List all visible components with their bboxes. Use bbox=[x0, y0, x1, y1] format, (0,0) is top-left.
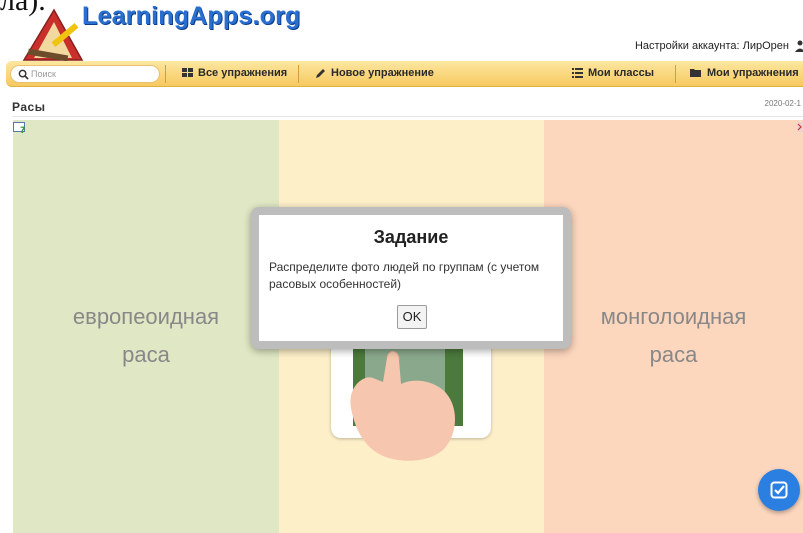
zone-label-mongoloid: монголоидная раса bbox=[600, 304, 747, 367]
grid-icon bbox=[182, 68, 193, 77]
search-placeholder: Поиск bbox=[31, 69, 56, 79]
nav-all-exercises[interactable]: Все упражнения bbox=[182, 67, 287, 79]
zone-label-europeoid: европеоидная раса bbox=[72, 304, 220, 367]
nav-my-classes[interactable]: Мои классы bbox=[572, 67, 654, 79]
folder-icon bbox=[690, 69, 701, 77]
account-settings-link[interactable]: Настройки аккаунта: ЛирОрен bbox=[635, 40, 789, 52]
nav-separator bbox=[298, 65, 299, 83]
page-date: 2020-02-1 bbox=[764, 99, 801, 108]
page-title: Расы bbox=[12, 100, 46, 114]
help-icon[interactable]: ? bbox=[13, 122, 27, 134]
nav-my-exercises[interactable]: Мои упражнения bbox=[690, 67, 799, 79]
nav-my-exercises-label: Мои упражнения bbox=[707, 67, 799, 79]
search-input[interactable]: Поиск bbox=[10, 65, 160, 83]
drop-zone-mongoloid[interactable]: монголоидная раса bbox=[544, 120, 803, 533]
logo[interactable]: LearningApps.org bbox=[20, 2, 300, 64]
search-icon bbox=[18, 69, 29, 80]
nav-new-exercise-label: Новое упражнение bbox=[331, 67, 434, 79]
main-navbar: Поиск Все упражнения Новое упражнение Мо… bbox=[6, 61, 803, 87]
title-divider bbox=[12, 116, 803, 117]
nav-separator bbox=[675, 65, 676, 83]
list-icon bbox=[572, 68, 583, 78]
pencil-icon bbox=[316, 68, 325, 78]
fullscreen-icon[interactable] bbox=[797, 122, 803, 132]
task-dialog: Задание Распределите фото людей по групп… bbox=[251, 207, 571, 349]
ok-button[interactable]: OK bbox=[397, 305, 427, 329]
nav-new-exercise[interactable]: Новое упражнение bbox=[315, 67, 434, 79]
nav-my-classes-label: Мои классы bbox=[588, 67, 655, 79]
drop-zone-europeoid[interactable]: европеоидная раса bbox=[13, 120, 279, 533]
learningapps-page: ла). LearningApps.org Настройки аккаунта… bbox=[0, 0, 803, 533]
nav-separator bbox=[165, 65, 166, 83]
svg-text:?: ? bbox=[20, 126, 25, 134]
user-icon[interactable] bbox=[795, 40, 803, 52]
check-answer-button[interactable] bbox=[758, 469, 800, 511]
logo-icon bbox=[22, 8, 84, 62]
hand-pointer-icon bbox=[350, 351, 455, 461]
check-icon bbox=[770, 481, 788, 499]
task-dialog-text: Распределите фото людей по группам (с уч… bbox=[269, 260, 540, 291]
nav-all-exercises-label: Все упражнения bbox=[198, 67, 288, 79]
logo-text: LearningApps.org bbox=[82, 2, 301, 30]
task-dialog-title: Задание bbox=[373, 227, 449, 247]
